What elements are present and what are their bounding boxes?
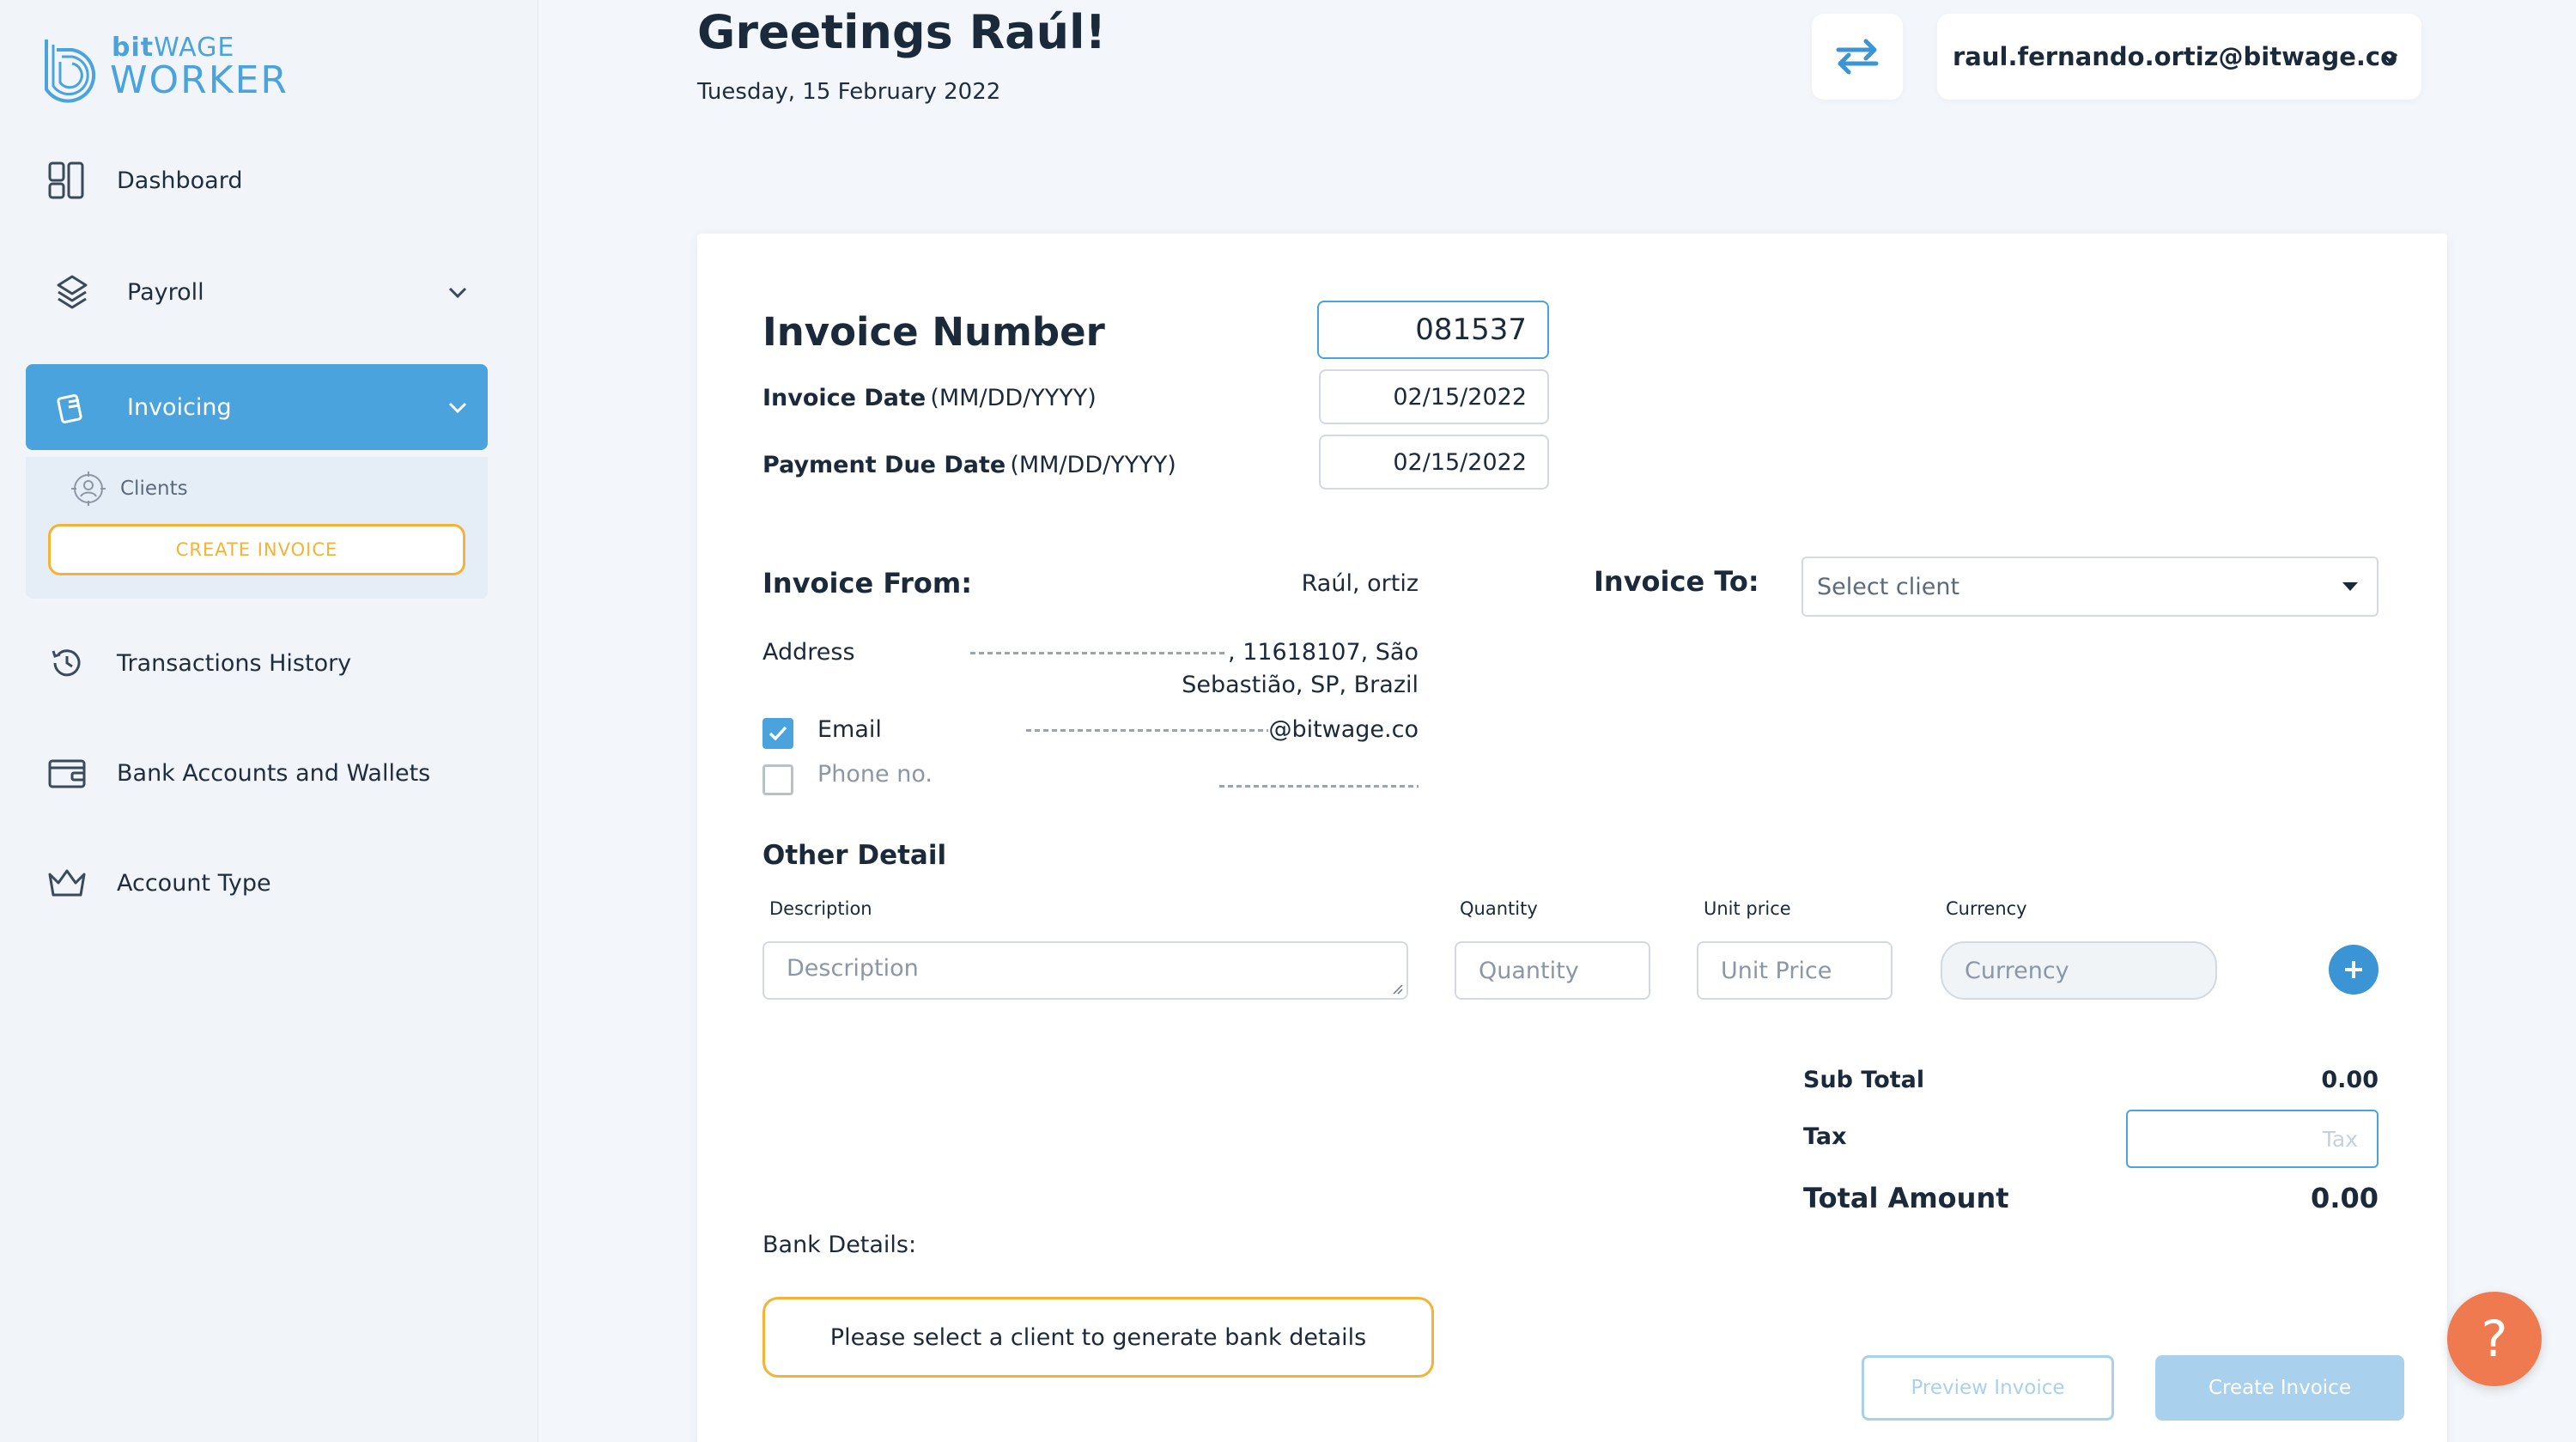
tax-label: Tax (1803, 1123, 1847, 1150)
sender-name: Raúl, ortiz (1301, 570, 1419, 597)
address-line-2: Sebastião, SP, Brazil (1182, 672, 1419, 698)
sidebar-item-payroll[interactable]: Payroll (26, 249, 488, 335)
other-detail-heading: Other Detail (762, 840, 947, 871)
bitwage-logo[interactable]: bitWAGE WORKER (38, 33, 313, 105)
payment-due-date-field[interactable]: 02/15/2022 (1319, 435, 1549, 490)
redacted-text (1026, 729, 1269, 732)
invoice-date-field[interactable]: 02/15/2022 (1319, 369, 1549, 424)
select-client-dropdown[interactable]: Select client (1801, 557, 2379, 617)
sidebar-item-label: Payroll (127, 278, 204, 306)
description-input[interactable]: Description (762, 941, 1408, 1000)
swap-arrows-icon (1836, 39, 1879, 75)
invoice-from-heading: Invoice From: (762, 567, 973, 599)
wallet-icon (43, 749, 91, 797)
payment-due-date-label: Payment Due Date (MM/DD/YYYY) (762, 452, 1176, 478)
user-email: raul.fernando.ortiz@bitwage.co (1953, 42, 2398, 71)
invoice-date-label: Invoice Date (MM/DD/YYYY) (762, 385, 1097, 411)
dashboard-icon (43, 156, 91, 204)
subtotal-value: 0.00 (2321, 1067, 2379, 1093)
history-icon (43, 639, 91, 687)
invoicing-submenu: Clients CREATE INVOICE (26, 457, 488, 599)
crown-icon (43, 859, 91, 907)
caret-down-icon (2342, 582, 2358, 591)
invoice-to-heading: Invoice To: (1594, 565, 1759, 598)
chevron-down-icon (448, 287, 467, 299)
sidebar-item-label: Bank Accounts and Wallets (117, 759, 431, 787)
sidebar-item-dashboard[interactable]: Dashboard (26, 137, 488, 223)
address-line-1: , 11618107, São (903, 639, 1419, 666)
column-header-quantity: Quantity (1460, 898, 1538, 919)
sidebar-item-label: Account Type (117, 869, 271, 897)
help-button[interactable]: ? (2447, 1292, 2542, 1386)
checkmark-icon (769, 726, 787, 741)
layers-icon (48, 268, 96, 316)
page-title: Greetings Raúl! (697, 5, 1107, 59)
sender-phone (1219, 775, 1419, 791)
invoice-form-card: Invoice Number 081537 Invoice Date (MM/D… (697, 234, 2447, 1442)
quantity-input[interactable]: Quantity (1455, 941, 1650, 1000)
sidebar-item-clients[interactable]: Clients (69, 469, 188, 508)
sidebar-item-label: Dashboard (117, 167, 243, 194)
user-account-menu[interactable]: raul.fernando.ortiz@bitwage.co (1937, 14, 2421, 100)
sidebar-item-transactions-history[interactable]: Transactions History (26, 620, 488, 706)
column-header-description: Description (769, 898, 872, 919)
sidebar-item-invoicing[interactable]: Invoicing (26, 364, 488, 450)
create-invoice-sidebar-button[interactable]: CREATE INVOICE (48, 524, 465, 575)
total-amount-value: 0.00 (2311, 1182, 2379, 1214)
plus-icon (2345, 961, 2362, 978)
email-label: Email (817, 716, 882, 743)
redacted-text (970, 652, 1229, 654)
sender-email: @bitwage.co (1024, 716, 1419, 743)
select-client-placeholder: Select client (1817, 573, 1960, 600)
email-checkbox[interactable] (762, 718, 793, 749)
switch-account-button[interactable] (1812, 14, 1903, 100)
invoice-number-field[interactable]: 081537 (1317, 301, 1549, 359)
create-invoice-button[interactable]: Create Invoice (2155, 1355, 2404, 1421)
current-date: Tuesday, 15 February 2022 (697, 79, 1001, 105)
unit-price-input[interactable]: Unit Price (1697, 941, 1893, 1000)
chevron-down-icon (2381, 52, 2398, 64)
clients-label: Clients (120, 478, 188, 500)
preview-invoice-button[interactable]: Preview Invoice (1862, 1355, 2114, 1421)
sidebar: bitWAGE WORKER Dashboard Payroll Invoici… (0, 0, 538, 1442)
resize-handle-icon[interactable] (1391, 983, 1403, 995)
sidebar-item-label: Invoicing (127, 393, 232, 421)
clients-icon (69, 469, 108, 508)
phone-checkbox[interactable] (762, 764, 793, 795)
phone-label: Phone no. (817, 761, 933, 788)
sidebar-item-label: Transactions History (117, 649, 352, 677)
bitwage-logo-icon (45, 40, 96, 103)
currency-select[interactable]: Currency (1941, 941, 2217, 1000)
brand-big-text: WORKER (110, 58, 289, 102)
redacted-text (1219, 785, 1419, 788)
invoice-number-label: Invoice Number (762, 309, 1105, 355)
tax-input[interactable]: Tax (2126, 1110, 2379, 1168)
bank-details-notice: Please select a client to generate bank … (762, 1297, 1434, 1378)
invoice-icon (48, 383, 96, 431)
subtotal-label: Sub Total (1803, 1067, 1925, 1093)
column-header-unit-price: Unit price (1704, 898, 1791, 919)
chevron-down-icon (448, 402, 467, 414)
total-amount-label: Total Amount (1803, 1182, 2009, 1214)
column-header-currency: Currency (1946, 898, 2027, 919)
address-label: Address (762, 639, 855, 666)
bank-details-label: Bank Details: (762, 1232, 917, 1258)
add-line-item-button[interactable] (2329, 945, 2379, 995)
sidebar-item-bank-accounts[interactable]: Bank Accounts and Wallets (26, 730, 488, 816)
sidebar-item-account-type[interactable]: Account Type (26, 840, 488, 926)
